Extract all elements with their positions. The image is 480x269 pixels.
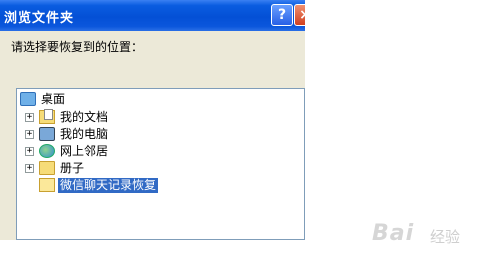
- tree-node-label: 我的文档: [60, 109, 109, 124]
- tree-node-wechat-recovery[interactable]: 微信聊天记录恢复: [39, 177, 159, 193]
- tree-node-label: 微信聊天记录恢复: [58, 177, 159, 193]
- expand-icon[interactable]: +: [25, 164, 34, 173]
- prompt-label: 请选择要恢复到的位置：: [11, 40, 144, 54]
- desktop-icon: [20, 92, 36, 106]
- tree-node-label: 网上邻居: [60, 143, 109, 158]
- title-bar[interactable]: 浏览文件夹 ? ×: [0, 0, 305, 31]
- network-icon: [39, 144, 55, 158]
- expand-icon[interactable]: +: [25, 130, 34, 139]
- tree-node-booklet[interactable]: 册子: [39, 160, 86, 176]
- watermark-subtext: 经验: [430, 228, 461, 246]
- tree-node-my-documents[interactable]: 我的文档: [39, 109, 110, 125]
- tree-node-network-places[interactable]: 网上邻居: [39, 143, 110, 159]
- help-button[interactable]: ?: [271, 4, 293, 26]
- close-button[interactable]: ×: [294, 4, 305, 26]
- open-folder-icon: [39, 178, 55, 192]
- documents-folder-icon: [39, 109, 55, 124]
- expand-icon[interactable]: +: [25, 147, 34, 156]
- tree-node-label: 桌面: [41, 91, 66, 106]
- folder-tree[interactable]: 桌面 + 我的文档 + 我的电脑 + 网上邻居 + 册子 微信聊天记录恢复: [16, 88, 305, 240]
- tree-node-my-computer[interactable]: 我的电脑: [39, 126, 110, 142]
- browse-folder-dialog: 浏览文件夹 ? × 请选择要恢复到的位置： 桌面 + 我的文档 + 我的电脑 +: [0, 0, 305, 240]
- tree-node-label: 册子: [60, 160, 85, 175]
- dialog-title: 浏览文件夹: [4, 11, 75, 26]
- tree-node-label: 我的电脑: [60, 126, 109, 141]
- watermark-logo: Bai: [372, 221, 415, 246]
- dialog-body: 请选择要恢复到的位置： 桌面 + 我的文档 + 我的电脑 + 网上邻居 + 册子…: [0, 31, 305, 240]
- tree-node-desktop[interactable]: 桌面: [20, 91, 67, 107]
- folder-icon: [39, 161, 55, 175]
- computer-icon: [39, 127, 55, 141]
- expand-icon[interactable]: +: [25, 113, 34, 122]
